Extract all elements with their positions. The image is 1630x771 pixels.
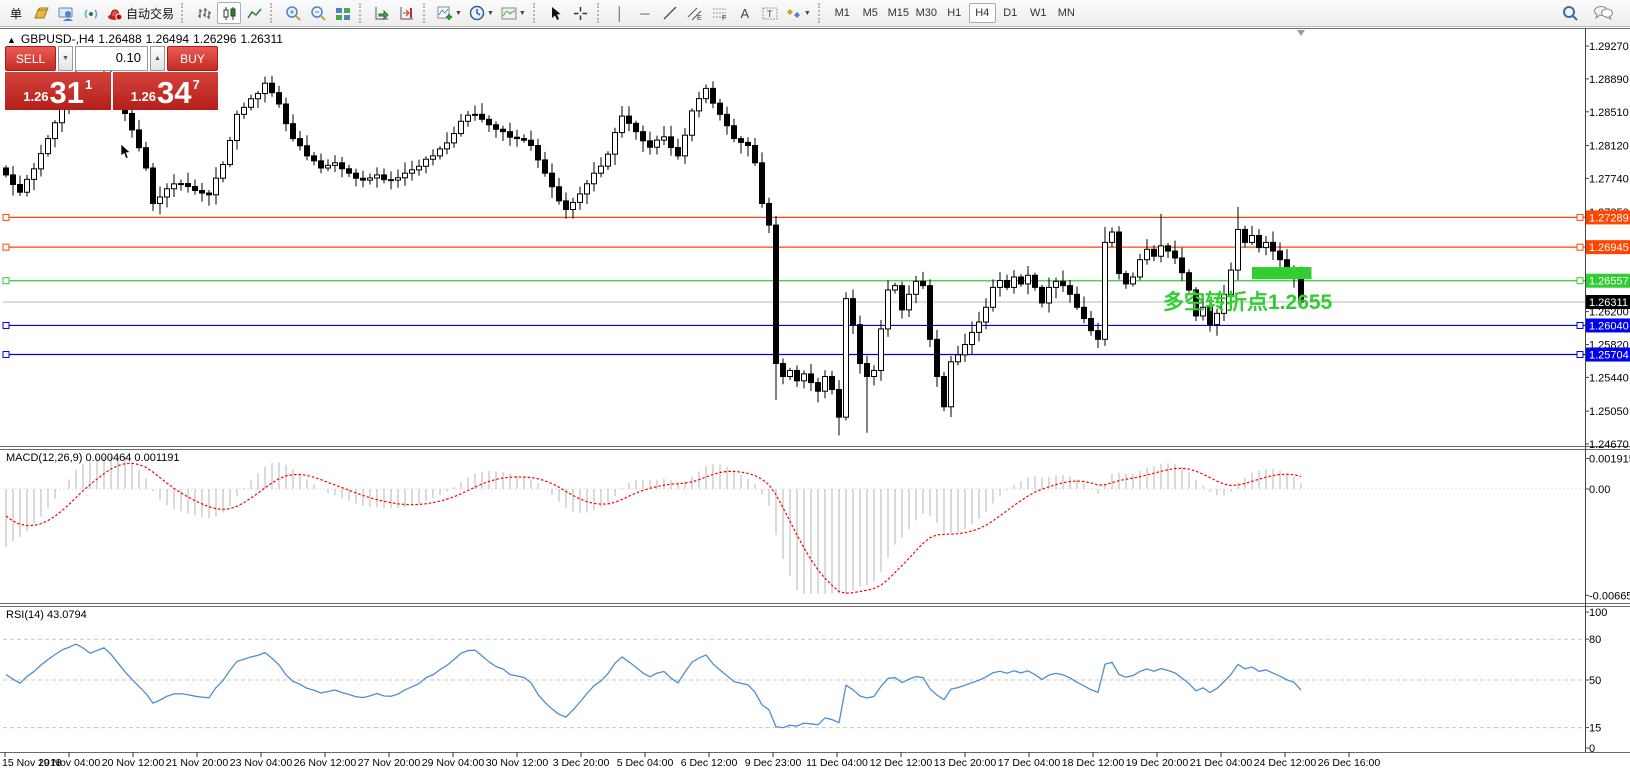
svg-text:1.28120: 1.28120 xyxy=(1589,140,1629,152)
svg-text:21 Nov 20:00: 21 Nov 20:00 xyxy=(166,757,229,769)
svg-text:21 Dec 04:00: 21 Dec 04:00 xyxy=(1190,757,1253,769)
chart-canvas[interactable]: 1.292701.288901.285101.281201.277401.273… xyxy=(0,0,1630,771)
svg-text:1.26557: 1.26557 xyxy=(1589,276,1629,288)
svg-text:1.25440: 1.25440 xyxy=(1589,372,1629,384)
svg-text:6 Dec 12:00: 6 Dec 12:00 xyxy=(681,757,738,769)
svg-text:19 Dec 20:00: 19 Dec 20:00 xyxy=(1126,757,1189,769)
buy-button[interactable]: BUY xyxy=(167,46,218,71)
buy-price-display[interactable]: 1.26347 xyxy=(113,72,219,110)
svg-text:1.28890: 1.28890 xyxy=(1589,74,1629,86)
ohlc-open: 1.26488 xyxy=(98,32,141,46)
svg-text:13 Dec 20:00: 13 Dec 20:00 xyxy=(934,757,997,769)
svg-text:0: 0 xyxy=(1589,743,1595,755)
svg-text:1.24670: 1.24670 xyxy=(1589,439,1629,451)
mt4-window: { "toolbar": { "new_order_label": "单", "… xyxy=(0,0,1630,771)
svg-text:1.25704: 1.25704 xyxy=(1589,350,1629,362)
svg-text:1.27289: 1.27289 xyxy=(1589,212,1629,224)
ohlc-close: 1.26311 xyxy=(240,32,283,46)
svg-text:12 Dec 12:00: 12 Dec 12:00 xyxy=(870,757,933,769)
ohlc-title: ▲ GBPUSD-,H4 1.26488 1.26494 1.26296 1.26311 xyxy=(7,32,287,46)
svg-text:1.25050: 1.25050 xyxy=(1589,406,1629,418)
svg-text:0.001915: 0.001915 xyxy=(1589,453,1630,465)
svg-text:24 Dec 12:00: 24 Dec 12:00 xyxy=(1254,757,1317,769)
buy-price-big: 34 xyxy=(157,78,191,108)
svg-text:1.26311: 1.26311 xyxy=(1589,297,1628,309)
svg-text:50: 50 xyxy=(1589,675,1601,687)
svg-text:1.28510: 1.28510 xyxy=(1589,107,1629,119)
sell-button[interactable]: SELL xyxy=(5,46,56,71)
svg-text:1.26040: 1.26040 xyxy=(1589,320,1629,332)
collapse-one-click-toggle[interactable]: ▲ xyxy=(7,35,16,45)
svg-text:15: 15 xyxy=(1589,723,1601,735)
svg-text:80: 80 xyxy=(1589,634,1601,646)
svg-text:26 Dec 16:00: 26 Dec 16:00 xyxy=(1318,757,1381,769)
svg-text:11 Dec 04:00: 11 Dec 04:00 xyxy=(806,757,868,769)
svg-text:19 Nov 04:00: 19 Nov 04:00 xyxy=(38,757,101,769)
svg-text:18 Dec 12:00: 18 Dec 12:00 xyxy=(1062,757,1125,769)
ohlc-low: 1.26296 xyxy=(193,32,236,46)
svg-text:3 Dec 20:00: 3 Dec 20:00 xyxy=(553,757,610,769)
lot-decrease-button[interactable]: ▼ xyxy=(58,46,73,71)
svg-text:30 Nov 12:00: 30 Nov 12:00 xyxy=(486,757,549,769)
ohlc-high: 1.26494 xyxy=(146,32,189,46)
svg-text:29 Nov 04:00: 29 Nov 04:00 xyxy=(422,757,485,769)
sell-price-prefix: 1.26 xyxy=(23,89,48,104)
svg-text:100: 100 xyxy=(1589,607,1607,619)
sell-price-big: 31 xyxy=(50,78,84,108)
sell-price-pip: 1 xyxy=(85,77,92,92)
svg-text:23 Nov 04:00: 23 Nov 04:00 xyxy=(230,757,293,769)
macd-indicator-label: MACD(12,26,9) 0.000464 0.001191 xyxy=(6,452,179,464)
rsi-indicator-label: RSI(14) 43.0794 xyxy=(6,609,87,621)
sell-price-display[interactable]: 1.26311 xyxy=(5,72,113,110)
svg-text:9 Dec 23:00: 9 Dec 23:00 xyxy=(745,757,802,769)
symbol-period-label: GBPUSD-,H4 xyxy=(21,32,94,46)
svg-text:1.29270: 1.29270 xyxy=(1589,41,1629,53)
svg-text:27 Nov 20:00: 27 Nov 20:00 xyxy=(358,757,421,769)
one-click-trading-panel: SELL ▼ 0.10 ▲ BUY 1.26311 1.26347 xyxy=(5,46,218,110)
highlight-box[interactable] xyxy=(1252,267,1312,279)
lot-increase-button[interactable]: ▲ xyxy=(150,46,165,71)
svg-text:26 Nov 12:00: 26 Nov 12:00 xyxy=(294,757,357,769)
svg-text:-0.006659: -0.006659 xyxy=(1589,590,1630,602)
chart-annotation-text: 多空转折点1.2655 xyxy=(1163,286,1332,316)
svg-text:5 Dec 04:00: 5 Dec 04:00 xyxy=(617,757,674,769)
buy-price-prefix: 1.26 xyxy=(131,89,156,104)
buy-price-pip: 7 xyxy=(193,77,200,92)
lot-size-input[interactable]: 0.10 xyxy=(75,46,148,71)
svg-text:1.27740: 1.27740 xyxy=(1589,173,1629,185)
svg-text:17 Dec 04:00: 17 Dec 04:00 xyxy=(998,757,1061,769)
mouse-cursor xyxy=(120,144,132,160)
svg-text:1.26945: 1.26945 xyxy=(1589,242,1629,254)
svg-text:0.00: 0.00 xyxy=(1589,484,1610,496)
svg-text:20 Nov 12:00: 20 Nov 12:00 xyxy=(102,757,165,769)
